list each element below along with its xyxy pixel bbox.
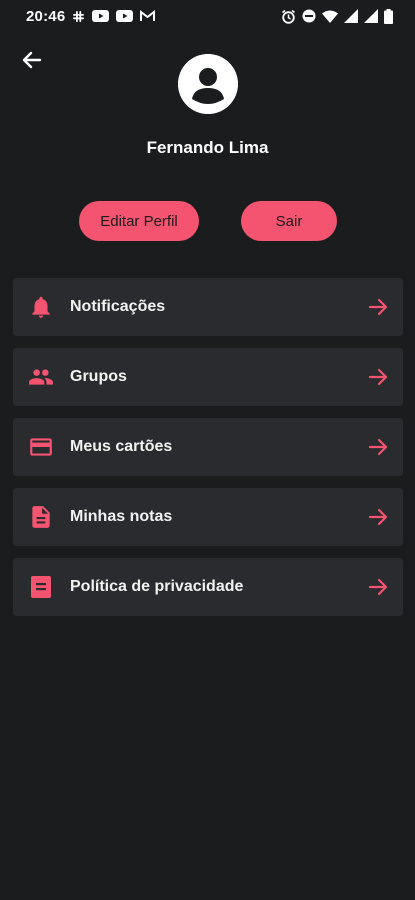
- settings-menu: Notificações Grupos Meus cartões Minhas …: [13, 278, 403, 628]
- alarm-icon: [281, 9, 296, 24]
- signal-icon: [364, 9, 378, 23]
- arrow-right-icon: [367, 436, 389, 458]
- signal-icon: [344, 9, 358, 23]
- edit-profile-button[interactable]: Editar Perfil: [79, 201, 199, 241]
- policy-icon: [27, 573, 55, 601]
- gmail-icon: [140, 10, 156, 22]
- menu-item-notifications[interactable]: Notificações: [13, 278, 403, 336]
- wifi-icon: [322, 10, 338, 23]
- status-bar: 20:46: [0, 0, 415, 32]
- youtube-icon: [116, 10, 134, 22]
- credit-card-icon: [27, 433, 55, 461]
- menu-item-label: Minhas notas: [70, 508, 173, 525]
- back-button[interactable]: [18, 48, 46, 76]
- menu-item-my-notes[interactable]: Minhas notas: [13, 488, 403, 546]
- logout-button[interactable]: Sair: [241, 201, 337, 241]
- menu-item-label: Política de privacidade: [70, 578, 244, 595]
- do-not-disturb-icon: [302, 9, 316, 23]
- arrow-right-icon: [367, 506, 389, 528]
- slack-icon: [72, 10, 85, 23]
- status-left: 20:46: [26, 7, 156, 25]
- arrow-right-icon: [367, 366, 389, 388]
- arrow-right-icon: [367, 296, 389, 318]
- user-name: Fernando Lima: [146, 138, 269, 157]
- document-icon: [27, 503, 55, 531]
- status-right: [281, 8, 393, 24]
- menu-item-label: Notificações: [70, 298, 166, 315]
- arrow-right-icon: [367, 576, 389, 598]
- arrow-left-icon: [21, 49, 43, 76]
- menu-item-my-cards[interactable]: Meus cartões: [13, 418, 403, 476]
- menu-item-privacy-policy[interactable]: Política de privacidade: [13, 558, 403, 616]
- menu-item-groups[interactable]: Grupos: [13, 348, 403, 406]
- bell-icon: [27, 293, 55, 321]
- avatar: [178, 54, 238, 114]
- menu-item-label: Meus cartões: [70, 438, 173, 455]
- battery-icon: [384, 8, 393, 24]
- group-icon: [27, 363, 55, 391]
- youtube-icon: [92, 10, 110, 22]
- menu-item-label: Grupos: [70, 368, 127, 385]
- status-time: 20:46: [26, 7, 66, 25]
- account-circle-icon: [178, 54, 238, 114]
